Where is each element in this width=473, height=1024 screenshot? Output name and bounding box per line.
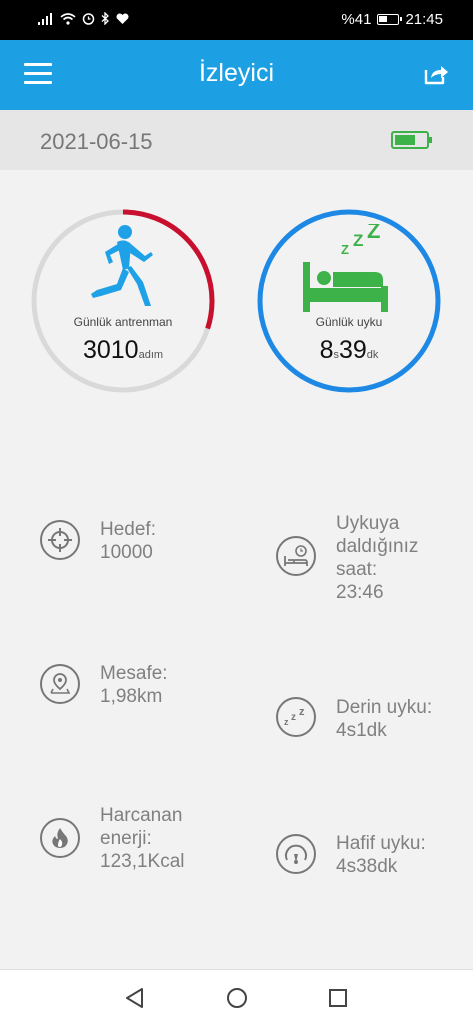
activity-ring-value: 3010adım [30, 336, 216, 365]
date-bar: 2021-06-15 [0, 110, 473, 170]
goal-value: 10000 [100, 542, 153, 563]
running-person-icon [91, 225, 153, 306]
target-icon [40, 520, 80, 560]
alarm-icon [82, 13, 95, 25]
zzz-icon: z z z [276, 697, 316, 737]
deep-sleep-text: Derin uyku: 4s1dk [336, 696, 432, 742]
device-battery-icon [391, 131, 432, 149]
sleep-ring-value: 8s39dk [256, 336, 442, 365]
goal-label: Hedef: [100, 519, 156, 540]
svg-text:Z: Z [353, 231, 363, 250]
activity-ring-label: Günlük antrenman [73, 315, 173, 329]
sleep-time-text: Uykuya daldığınız saat: 23:46 [336, 512, 418, 604]
sleep-time-label-1: Uykuya [336, 513, 400, 534]
back-triangle-icon[interactable] [124, 987, 146, 1009]
sleep-time-stat: Uykuya daldığınız saat: 23:46 [276, 512, 418, 604]
energy-value: 123,1Kcal [100, 851, 185, 872]
svg-text:Z: Z [341, 242, 349, 257]
distance-value: 1,98km [100, 686, 163, 707]
sleep-time-label-3: saat: [336, 559, 378, 580]
energy-stat: Harcanan enerji: 123,1Kcal [40, 804, 185, 873]
wifi-icon [60, 12, 76, 25]
deep-sleep-value: 4s1dk [336, 720, 387, 741]
svg-text:z: z [291, 712, 296, 723]
step-unit: adım [138, 349, 164, 361]
sleep-ring-label: Günlük uyku [315, 315, 383, 329]
svg-text:z: z [284, 717, 289, 727]
sleep-minutes: 39 [338, 336, 367, 364]
light-sleep-stat: Hafif uyku: 4s38dk [276, 832, 426, 878]
status-icons-left [38, 12, 129, 25]
light-sleep-text: Hafif uyku: 4s38dk [336, 832, 426, 878]
light-sleep-label: Hafif uyku: [336, 833, 426, 854]
sleep-time-value: 23:46 [336, 582, 384, 603]
date-label: 2021-06-15 [40, 129, 153, 154]
distance-stat: Mesafe: 1,98km [40, 662, 168, 708]
svg-text:z: z [299, 706, 305, 718]
status-icons-right: %41 21:45 [341, 11, 443, 28]
home-circle-icon[interactable] [226, 987, 248, 1009]
energy-label-1: Harcanan [100, 805, 183, 826]
map-pin-icon [40, 664, 80, 704]
step-count: 3010 [82, 336, 139, 364]
status-bar: %41 21:45 [0, 0, 473, 40]
sleeping-bed-icon: Z Z Z [303, 224, 388, 312]
signal-icon [38, 12, 52, 25]
goal-stat: Hedef: 10000 [40, 518, 156, 564]
activity-ring[interactable]: Günlük antrenman 3010adım [30, 208, 216, 394]
energy-label-2: enerji: [100, 828, 152, 849]
deep-sleep-label: Derin uyku: [336, 697, 433, 718]
battery-icon [377, 14, 403, 25]
bed-clock-icon [276, 536, 316, 576]
sleep-minutes-unit: dk [366, 349, 379, 361]
goal-text: Hedef: 10000 [100, 518, 156, 564]
energy-text: Harcanan enerji: 123,1Kcal [100, 804, 185, 873]
svg-text:Z: Z [367, 224, 380, 243]
recents-square-icon[interactable] [327, 987, 349, 1009]
distance-label: Mesafe: [100, 663, 168, 684]
gauge-icon [276, 834, 316, 874]
battery-percent: %41 [341, 11, 372, 28]
light-sleep-value: 4s38dk [336, 856, 398, 877]
system-nav-bar [0, 969, 473, 1024]
distance-text: Mesafe: 1,98km [100, 662, 168, 708]
sleep-time-label-2: daldığınız [336, 536, 419, 557]
sleep-hours: 8 [319, 336, 334, 364]
flame-icon [40, 818, 80, 858]
bluetooth-icon [101, 12, 109, 25]
heart-icon [116, 12, 129, 24]
app-bar: İzleyici [0, 40, 473, 110]
clock: 21:45 [405, 11, 443, 28]
sleep-ring[interactable]: Z Z Z Günlük uyku 8s39dk [256, 208, 442, 394]
share-icon[interactable] [423, 62, 449, 86]
deep-sleep-stat: z z z Derin uyku: 4s1dk [276, 696, 432, 742]
page-title: İzleyici [198, 59, 274, 87]
